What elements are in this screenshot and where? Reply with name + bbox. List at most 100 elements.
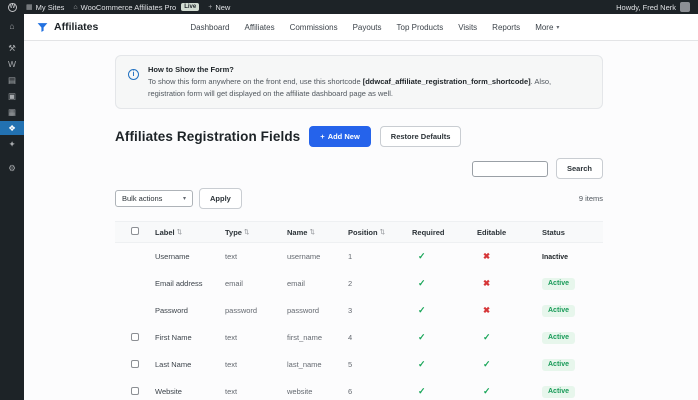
- check-icon: ✓: [483, 386, 491, 396]
- header-label[interactable]: Label⇅: [155, 228, 225, 237]
- check-icon: ✓: [418, 251, 426, 261]
- site-name-label: WooCommerce Affiliates Pro: [81, 3, 177, 12]
- cell-type: text: [225, 333, 287, 342]
- live-badge: Live: [181, 3, 199, 11]
- bulk-actions-select[interactable]: Bulk actions ▾: [115, 190, 193, 207]
- check-icon: ✓: [418, 305, 426, 315]
- wordpress-logo-icon[interactable]: W: [8, 3, 17, 12]
- cell-type: text: [225, 252, 287, 261]
- nav-item-commissions[interactable]: Commissions: [290, 23, 338, 32]
- cell-type: text: [225, 387, 287, 396]
- status-badge: Active: [542, 278, 575, 290]
- header-name[interactable]: Name⇅: [287, 228, 348, 237]
- nav-item-more[interactable]: More▾: [535, 23, 559, 32]
- table-row: Last Name text last_name 5 ✓ ✓ Active: [115, 351, 603, 378]
- bulk-actions-row: Bulk actions ▾ Apply 9 items: [115, 188, 603, 209]
- restore-defaults-button[interactable]: Restore Defaults: [380, 126, 462, 147]
- sort-icon: ⇅: [380, 228, 385, 236]
- table-row: Password password password 3 ✓ ✖ Active: [115, 297, 603, 324]
- cell-position: 6: [348, 387, 412, 396]
- cross-icon: ✖: [483, 251, 490, 261]
- check-icon: ✓: [418, 278, 426, 288]
- info-notice: i How to Show the Form? To show this for…: [115, 55, 603, 109]
- header-status: Status: [542, 228, 603, 237]
- woocommerce-icon[interactable]: W: [0, 57, 24, 71]
- plugin-header: Affiliates Dashboard Affiliates Commission…: [24, 14, 698, 41]
- comments-icon[interactable]: ▦: [0, 105, 24, 119]
- notice-title: How to Show the Form?: [148, 65, 590, 74]
- table-row: Username text username 1 ✓ ✖ Inactive: [115, 243, 603, 270]
- cell-status: Active: [542, 332, 603, 344]
- cross-icon: ✖: [483, 305, 490, 315]
- settings-icon[interactable]: ⚙: [0, 161, 24, 175]
- cell-status: Active: [542, 278, 603, 290]
- cell-label: Password: [155, 306, 225, 315]
- nav-item-dashboard[interactable]: Dashboard: [190, 23, 229, 32]
- cell-name: website: [287, 387, 348, 396]
- chevron-down-icon: ▾: [556, 24, 559, 31]
- my-sites-label: My Sites: [36, 3, 65, 12]
- title-row: Affiliates Registration Fields + Add New…: [115, 126, 603, 147]
- home-icon: ⌂: [73, 4, 77, 11]
- my-sites-menu[interactable]: ▦ My Sites: [26, 3, 64, 12]
- marketing-icon[interactable]: ✦: [0, 137, 24, 151]
- header-type[interactable]: Type⇅: [225, 228, 287, 237]
- howdy-label: Howdy, Fred Nerk: [616, 3, 676, 12]
- cell-editable: ✓: [477, 386, 542, 397]
- nav-item-payouts[interactable]: Payouts: [353, 23, 382, 32]
- row-checkbox[interactable]: [131, 387, 139, 395]
- header-position[interactable]: Position⇅: [348, 228, 412, 237]
- pages-icon[interactable]: ▣: [0, 89, 24, 103]
- nav-item-affiliates[interactable]: Affiliates: [244, 23, 274, 32]
- brand[interactable]: Affiliates: [36, 21, 98, 34]
- my-sites-icon: ▦: [26, 3, 33, 11]
- status-badge: Active: [542, 305, 575, 317]
- row-checkbox[interactable]: [131, 360, 139, 368]
- cell-editable: ✖: [477, 251, 542, 262]
- search-row: Search: [115, 158, 603, 179]
- nav-item-visits[interactable]: Visits: [458, 23, 477, 32]
- header-required: Required: [412, 228, 477, 237]
- table-row: First Name text first_name 4 ✓ ✓ Active: [115, 324, 603, 351]
- account-menu[interactable]: Howdy, Fred Nerk: [616, 2, 690, 12]
- wp-admin-bar: W ▦ My Sites ⌂ WooCommerce Affiliates Pr…: [0, 0, 698, 14]
- cell-editable: ✖: [477, 305, 542, 316]
- notice-body: To show this form anywhere on the front …: [148, 76, 590, 99]
- cell-position: 4: [348, 333, 412, 342]
- select-all-checkbox[interactable]: [131, 227, 139, 235]
- cell-required: ✓: [412, 359, 477, 370]
- apply-button[interactable]: Apply: [199, 188, 242, 209]
- cross-icon: ✖: [483, 278, 490, 288]
- check-icon: ✓: [483, 359, 491, 369]
- dashboard-icon[interactable]: ⌂: [0, 19, 24, 33]
- current-site-menu[interactable]: ⌂ WooCommerce Affiliates Pro Live: [73, 3, 199, 12]
- table-row: Website text website 6 ✓ ✓ Active: [115, 378, 603, 400]
- brand-label: Affiliates: [54, 21, 98, 33]
- check-icon: ✓: [418, 386, 426, 396]
- affiliates-logo-icon: [36, 21, 49, 34]
- add-new-button[interactable]: + Add New: [309, 126, 370, 147]
- page-title: Affiliates Registration Fields: [115, 129, 300, 144]
- nav-item-top-products[interactable]: Top Products: [397, 23, 444, 32]
- cell-required: ✓: [412, 251, 477, 262]
- cell-position: 3: [348, 306, 412, 315]
- search-input[interactable]: [472, 161, 548, 177]
- row-checkbox[interactable]: [131, 333, 139, 341]
- plugins-icon[interactable]: ⚒: [0, 41, 24, 55]
- affiliates-icon[interactable]: ❖: [0, 121, 24, 135]
- search-button[interactable]: Search: [556, 158, 603, 179]
- cell-position: 5: [348, 360, 412, 369]
- cell-name: password: [287, 306, 348, 315]
- status-badge: Inactive: [542, 254, 568, 261]
- products-icon[interactable]: ▤: [0, 73, 24, 87]
- nav-item-reports[interactable]: Reports: [492, 23, 520, 32]
- plus-icon: +: [320, 132, 324, 141]
- cell-position: 2: [348, 279, 412, 288]
- cell-type: text: [225, 360, 287, 369]
- cell-name: first_name: [287, 333, 348, 342]
- items-count: 9 items: [579, 194, 603, 203]
- info-icon: i: [128, 69, 139, 80]
- new-content-menu[interactable]: + New: [208, 3, 230, 12]
- cell-type: email: [225, 279, 287, 288]
- new-label: New: [215, 3, 230, 12]
